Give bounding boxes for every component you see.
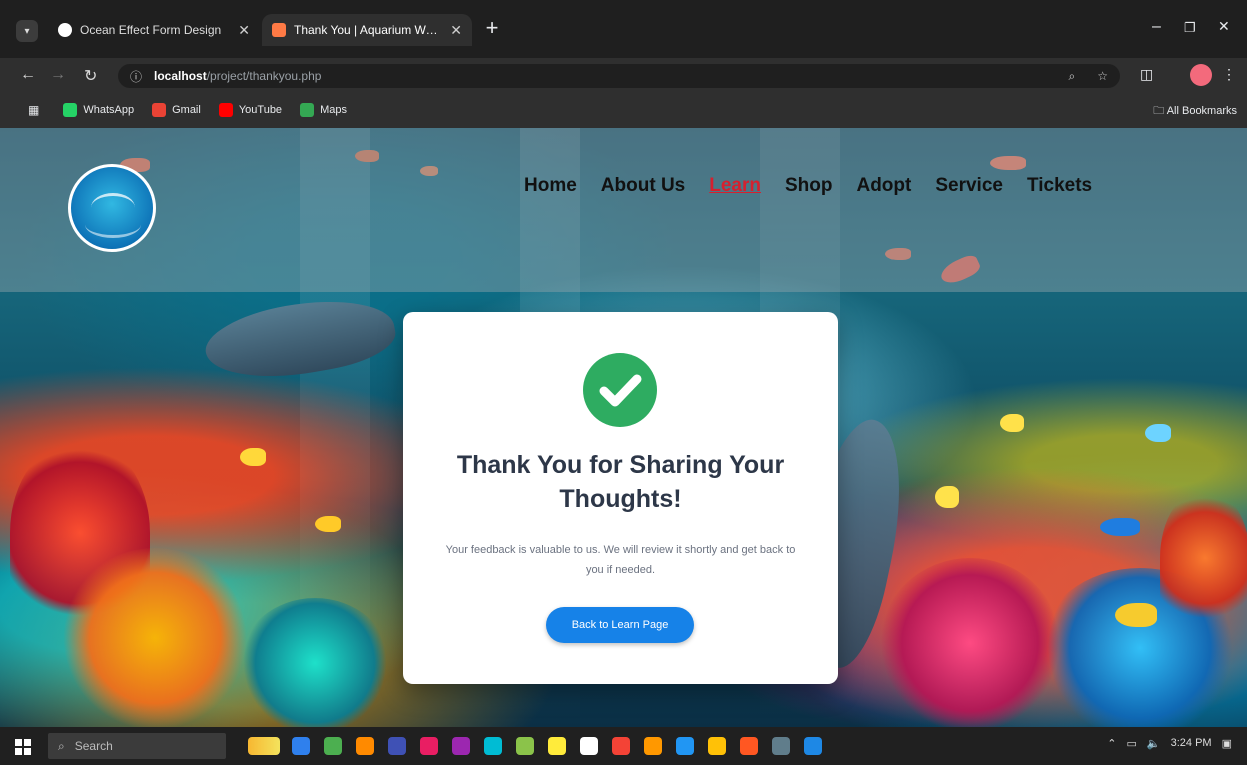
address-url: localhost/project/thankyou.php [154, 69, 322, 83]
minimize-button[interactable]: – [1152, 18, 1161, 36]
coral-decoration [1160, 488, 1247, 628]
taskbar-app-icon[interactable] [388, 737, 406, 755]
tab-title: Thank You | Aquarium World [294, 23, 443, 37]
taskbar-app-icon[interactable] [676, 737, 694, 755]
taskbar-app-icon[interactable] [548, 737, 566, 755]
nav-service[interactable]: Service [935, 175, 1003, 197]
taskbar-app-icon[interactable] [708, 737, 726, 755]
taskbar-app-icon[interactable] [484, 737, 502, 755]
taskbar-app-icon[interactable] [292, 737, 310, 755]
tab-strip: ▾ Ocean Effect Form Design ✕ Thank You |… [0, 0, 1247, 58]
gmail-icon [152, 103, 167, 117]
fish-illustration [1000, 414, 1024, 432]
windows-taskbar: ⌕ Search ⌃ ▭ 🔈 3:24 PM ▣ [0, 727, 1247, 765]
tab-ocean-form[interactable]: Ocean Effect Form Design ✕ [48, 14, 260, 46]
taskbar-app-icon[interactable] [612, 737, 630, 755]
chrome-favicon-icon [58, 23, 72, 37]
taskbar-widget-icon[interactable] [248, 737, 280, 755]
maps-icon [300, 103, 315, 117]
bookmark-maps[interactable]: Maps [300, 103, 347, 117]
check-circle-icon [583, 353, 657, 427]
chevron-up-icon[interactable]: ⌃ [1107, 737, 1116, 750]
apps-grid-icon[interactable]: ▦ [28, 103, 39, 117]
nav-tickets[interactable]: Tickets [1027, 175, 1092, 197]
close-window-button[interactable]: ✕ [1218, 18, 1230, 35]
network-icon[interactable]: ▭ [1127, 737, 1137, 750]
back-button[interactable]: ← [20, 66, 36, 84]
extensions-icon[interactable]: ◫ [1140, 66, 1153, 83]
aquarium-logo[interactable] [68, 164, 156, 252]
fish-illustration [315, 516, 341, 532]
taskbar-app-icon[interactable] [516, 737, 534, 755]
windows-start-icon[interactable] [15, 739, 31, 755]
thank-you-message: Your feedback is valuable to us. We will… [445, 544, 796, 576]
folder-icon: 🗀 [1153, 105, 1167, 117]
back-to-learn-button[interactable]: Back to Learn Page [546, 607, 694, 643]
nav-about-us[interactable]: About Us [601, 175, 685, 197]
thank-you-title: Thank You for Sharing Your Thoughts! [456, 451, 785, 513]
bookmark-whatsapp[interactable]: WhatsApp [63, 103, 134, 117]
clock-text[interactable]: 3:24 PM [1171, 737, 1212, 750]
taskbar-app-icon[interactable] [580, 737, 598, 755]
nav-learn[interactable]: Learn [709, 175, 761, 197]
bookmark-youtube[interactable]: YouTube [218, 103, 282, 117]
coral-decoration [240, 598, 390, 727]
zoom-icon[interactable]: ⌕ [1069, 69, 1076, 84]
bookmark-star-icon[interactable]: ☆ [1097, 69, 1108, 84]
site-header: Home About Us Learn Shop Adopt Service T… [0, 128, 1247, 292]
fish-illustration [1145, 424, 1171, 442]
site-favicon-icon [272, 23, 286, 37]
nav-adopt[interactable]: Adopt [856, 175, 911, 197]
nav-home[interactable]: Home [524, 175, 577, 197]
taskbar-app-icon[interactable] [804, 737, 822, 755]
fish-illustration [1115, 603, 1157, 627]
taskbar-app-icon[interactable] [324, 737, 342, 755]
browser-chrome: ▾ Ocean Effect Form Design ✕ Thank You |… [0, 0, 1247, 128]
whatsapp-icon [63, 103, 78, 117]
taskbar-app-icon[interactable] [452, 737, 470, 755]
close-icon[interactable]: ✕ [238, 22, 250, 39]
fish-illustration [935, 486, 959, 508]
main-nav: Home About Us Learn Shop Adopt Service T… [524, 175, 1092, 197]
taskbar-app-icon[interactable] [644, 737, 662, 755]
bookmarks-bar: ▦ WhatsApp Gmail YouTube Maps 🗀 All Book… [0, 92, 1247, 128]
taskbar-app-icon[interactable] [356, 737, 374, 755]
fish-illustration [1100, 518, 1140, 536]
taskbar-app-icon[interactable] [420, 737, 438, 755]
search-icon: ⌕ [58, 738, 65, 753]
nav-shop[interactable]: Shop [785, 175, 833, 197]
site-info-icon[interactable]: ⓘ [130, 68, 142, 85]
reload-button[interactable]: ↻ [84, 66, 97, 86]
youtube-icon [218, 103, 233, 117]
browser-toolbar: ← → ↻ ⓘ localhost/project/thankyou.php ⌕… [0, 58, 1247, 92]
forward-button[interactable]: → [50, 66, 66, 84]
bookmark-gmail[interactable]: Gmail [152, 103, 201, 117]
close-icon[interactable]: ✕ [450, 22, 462, 39]
coral-decoration [880, 558, 1060, 727]
all-bookmarks-button[interactable]: 🗀 All Bookmarks [1153, 102, 1237, 121]
tab-title: Ocean Effect Form Design [80, 23, 222, 37]
tab-search-button[interactable]: ▾ [16, 20, 38, 42]
new-tab-button[interactable]: + [480, 16, 504, 40]
fish-illustration [240, 448, 266, 466]
profile-avatar[interactable] [1190, 64, 1212, 86]
taskbar-app-icon[interactable] [772, 737, 790, 755]
maximize-button[interactable]: ❐ [1184, 20, 1196, 36]
taskbar-search-box[interactable]: ⌕ Search [48, 733, 226, 759]
volume-icon[interactable]: 🔈 [1147, 737, 1161, 750]
page-viewport: Home About Us Learn Shop Adopt Service T… [0, 128, 1247, 727]
taskbar-app-icon[interactable] [740, 737, 758, 755]
notifications-icon[interactable]: ▣ [1222, 737, 1232, 750]
menu-icon[interactable]: ⋮ [1222, 66, 1236, 83]
tab-thank-you[interactable]: Thank You | Aquarium World ✕ [262, 14, 472, 46]
system-tray: ⌃ ▭ 🔈 3:24 PM ▣ [1107, 737, 1232, 750]
coral-decoration [60, 548, 250, 727]
thank-you-card: Thank You for Sharing Your Thoughts! You… [403, 312, 838, 684]
address-bar[interactable]: ⓘ localhost/project/thankyou.php ⌕ ☆ [118, 64, 1120, 88]
